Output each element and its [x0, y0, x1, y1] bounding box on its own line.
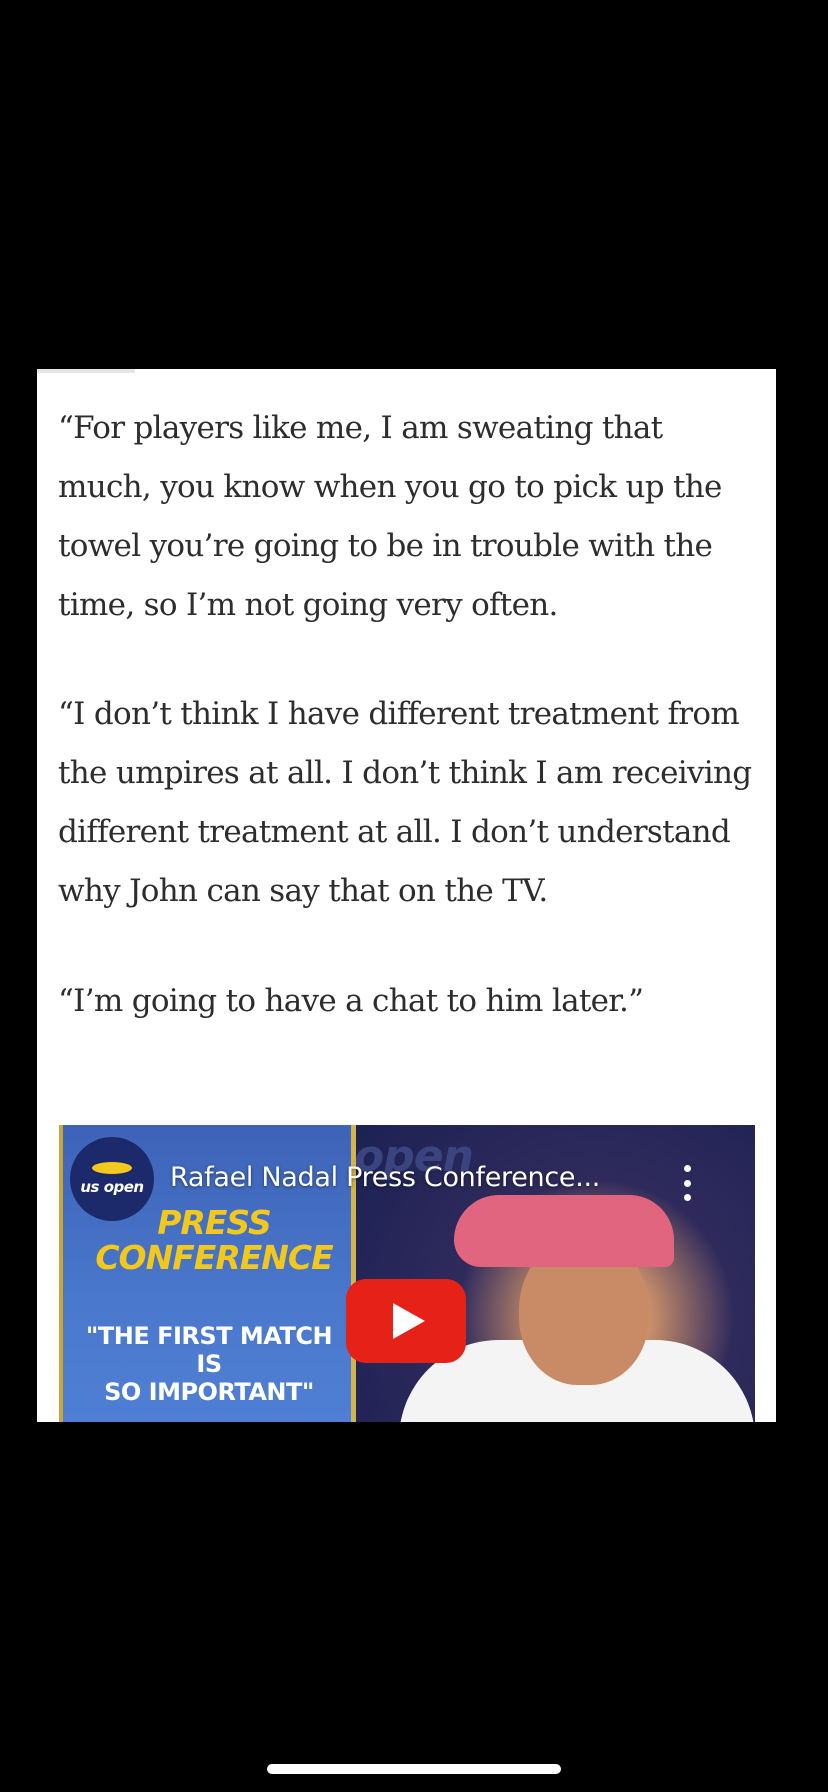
play-button[interactable]: [346, 1279, 466, 1363]
more-vert-icon[interactable]: [677, 1165, 697, 1201]
more-dot: [683, 1165, 691, 1172]
article-paragraph-2: “I don’t think I have different treatmen…: [58, 696, 752, 909]
channel-logo[interactable]: us open: [70, 1137, 154, 1221]
more-dot: [683, 1194, 691, 1201]
play-icon: [393, 1303, 425, 1339]
more-dot: [683, 1179, 691, 1187]
player-cap: [454, 1195, 674, 1267]
channel-logo-text: us open: [80, 1178, 144, 1196]
youtube-video-embed[interactable]: open PRESS CONFERENCE "THE FIRST MATCH I…: [59, 1125, 755, 1422]
article-card: “For players like me, I am sweating that…: [37, 369, 776, 1422]
article-paragraph-1: “For players like me, I am sweating that…: [58, 410, 722, 623]
home-indicator[interactable]: [267, 1764, 561, 1774]
us-open-flame-icon: [92, 1162, 132, 1174]
video-title[interactable]: Rafael Nadal Press Conference...: [170, 1162, 600, 1193]
thumbnail-quote: "THE FIRST MATCH IS SO IMPORTANT": [85, 1322, 333, 1406]
thumbnail-left-edge: [59, 1125, 63, 1422]
card-top-tab: [37, 369, 135, 373]
article-paragraph-3: “I’m going to have a chat to him later.”: [58, 983, 644, 1019]
